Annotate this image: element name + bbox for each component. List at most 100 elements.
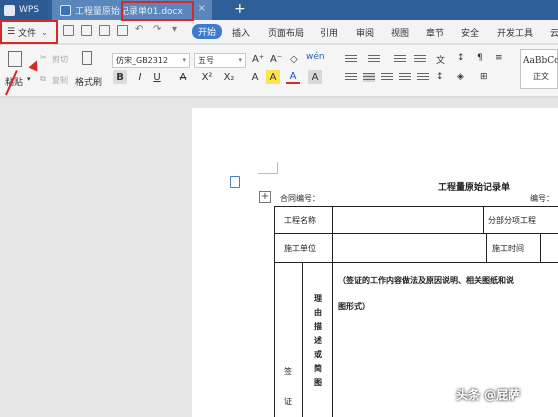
bold-button[interactable]: B bbox=[113, 70, 127, 84]
page-corner-mark bbox=[258, 162, 278, 174]
word-doc-icon bbox=[60, 4, 71, 16]
italic-button[interactable]: I bbox=[133, 70, 147, 84]
tab-wps-label: WPS bbox=[19, 5, 40, 15]
pinyin-guide-button[interactable]: wén bbox=[306, 52, 325, 62]
chevron-down-icon: ▾ bbox=[182, 56, 186, 64]
tab-page-layout[interactable]: 页面布局 bbox=[268, 26, 304, 39]
construction-time-label: 施工时间 bbox=[492, 244, 524, 253]
tab-references[interactable]: 引用 bbox=[320, 26, 338, 39]
char-shading-button[interactable]: A bbox=[308, 70, 322, 84]
justify-icon[interactable] bbox=[399, 73, 411, 82]
border-icon[interactable]: ⊞ bbox=[480, 72, 488, 82]
print-preview-icon[interactable] bbox=[117, 25, 128, 36]
shrink-font-button[interactable]: A⁻ bbox=[270, 54, 282, 65]
font-name-select[interactable]: 仿宋_GB2312 ▾ bbox=[112, 53, 190, 68]
menu-bar: ☰ 文件 ⌄ ↶ ↷ ▾ 开始 插入 页面布局 引用 审阅 视图 章节 安全 开… bbox=[0, 20, 558, 44]
instruction-line-2: 图形式） bbox=[338, 301, 370, 311]
table-column-divider bbox=[332, 262, 333, 417]
table-row-divider bbox=[274, 233, 558, 234]
line-spacing-icon[interactable]: ↕ bbox=[436, 72, 444, 82]
show-marks-icon[interactable]: ¶ bbox=[477, 53, 483, 63]
copy-icon[interactable]: ⧉ bbox=[40, 74, 46, 84]
visa-label-1: 签 bbox=[284, 367, 292, 376]
table-column-divider bbox=[483, 206, 484, 233]
filename-highlight-box bbox=[121, 1, 194, 21]
format-painter-icon[interactable] bbox=[82, 51, 92, 65]
paragraph-settings-icon[interactable]: ≡ bbox=[495, 53, 503, 63]
style-name: 正文 bbox=[533, 72, 549, 81]
wps-logo-icon bbox=[4, 4, 15, 16]
subscript-button[interactable]: X₂ bbox=[220, 70, 238, 84]
tab-developer[interactable]: 开发工具 bbox=[497, 26, 533, 39]
tab-wps-home[interactable]: WPS bbox=[0, 0, 48, 20]
close-tab-icon[interactable]: × bbox=[198, 3, 206, 14]
font-size-select[interactable]: 五号 ▾ bbox=[194, 53, 246, 68]
doc-outline-icon[interactable] bbox=[230, 176, 240, 188]
cut-icon[interactable]: ✂ bbox=[40, 53, 47, 62]
title-tab-bar: WPS 工程量原始记录单01.docx × + bbox=[0, 0, 558, 20]
number-label: 编号： bbox=[530, 194, 554, 203]
new-tab-button[interactable]: + bbox=[234, 1, 246, 17]
table-border-top bbox=[274, 206, 558, 207]
style-gallery[interactable]: AaBbCc 正文 bbox=[520, 49, 558, 89]
cut-button-label[interactable]: 剪切 bbox=[52, 54, 68, 65]
chevron-down-icon: ▾ bbox=[238, 56, 242, 64]
align-right-icon[interactable] bbox=[381, 73, 393, 82]
tab-review[interactable]: 审阅 bbox=[356, 26, 374, 39]
underline-button[interactable]: U bbox=[150, 70, 164, 84]
customize-quick-access-icon[interactable]: ▾ bbox=[172, 24, 177, 35]
sub-project-label: 分部分项工程 bbox=[488, 216, 536, 225]
print-icon[interactable] bbox=[99, 25, 110, 36]
numbered-list-icon[interactable] bbox=[368, 55, 380, 64]
clear-format-button[interactable]: ◇ bbox=[290, 54, 298, 65]
tab-start[interactable]: 开始 bbox=[192, 24, 222, 39]
shading-icon[interactable]: ◈ bbox=[457, 72, 464, 82]
watermark-text: 头条 @屁萨 bbox=[456, 388, 521, 402]
table-column-divider bbox=[302, 262, 303, 417]
redo-icon[interactable]: ↷ bbox=[153, 24, 161, 35]
increase-indent-icon[interactable] bbox=[414, 55, 426, 64]
table-column-divider bbox=[540, 233, 541, 262]
decrease-indent-icon[interactable] bbox=[394, 55, 406, 64]
bullet-list-icon[interactable] bbox=[345, 55, 357, 64]
construction-unit-label: 施工单位 bbox=[284, 244, 316, 253]
document-title: 工程量原始记录单 bbox=[438, 183, 511, 193]
file-menu-highlight-box bbox=[0, 20, 58, 44]
font-name-value: 仿宋_GB2312 bbox=[116, 56, 169, 65]
visa-label-2: 证 bbox=[284, 397, 292, 406]
table-border-left bbox=[274, 206, 275, 417]
grow-font-button[interactable]: A⁺ bbox=[252, 54, 264, 65]
sort-icon[interactable]: ↕ bbox=[457, 53, 465, 63]
table-column-divider bbox=[486, 233, 487, 262]
paste-icon[interactable] bbox=[8, 51, 22, 67]
format-painter-label[interactable]: 格式刷 bbox=[75, 75, 102, 88]
copy-button-label[interactable]: 复制 bbox=[52, 75, 68, 86]
font-color-button[interactable]: A bbox=[286, 70, 300, 84]
undo-icon[interactable]: ↶ bbox=[135, 24, 143, 35]
project-name-label: 工程名称 bbox=[284, 216, 316, 225]
visa-instruction-text: （签证的工作内容做法及原因说明、相关图纸和说 图形式） bbox=[338, 267, 558, 319]
text-effect-button[interactable]: A bbox=[248, 70, 262, 84]
table-row-divider bbox=[274, 262, 558, 263]
strikethrough-button[interactable]: A bbox=[176, 70, 190, 84]
chinese-layout-icon[interactable]: 文 bbox=[436, 53, 445, 66]
superscript-button[interactable]: X² bbox=[198, 70, 216, 84]
align-center-icon[interactable] bbox=[363, 73, 375, 82]
tab-cloud[interactable]: 云 bbox=[550, 26, 558, 39]
table-move-handle[interactable]: + bbox=[259, 191, 271, 203]
style-preview: AaBbCc bbox=[523, 56, 558, 66]
instruction-line-1: （签证的工作内容做法及原因说明、相关图纸和说 bbox=[338, 275, 514, 285]
export-pdf-icon[interactable] bbox=[81, 25, 92, 36]
tab-security[interactable]: 安全 bbox=[461, 26, 479, 39]
highlight-button[interactable]: A bbox=[266, 70, 280, 84]
reason-vertical-label: 理由描述或简图 bbox=[314, 293, 322, 387]
distributed-align-icon[interactable] bbox=[417, 73, 429, 82]
paste-options-icon[interactable]: ▾ bbox=[27, 75, 31, 83]
tab-insert[interactable]: 插入 bbox=[232, 26, 250, 39]
font-size-value: 五号 bbox=[198, 56, 214, 65]
align-left-icon[interactable] bbox=[345, 73, 357, 82]
save-icon[interactable] bbox=[63, 25, 74, 36]
tab-chapter[interactable]: 章节 bbox=[426, 26, 444, 39]
tab-view[interactable]: 视图 bbox=[391, 26, 409, 39]
table-column-divider bbox=[332, 206, 333, 262]
